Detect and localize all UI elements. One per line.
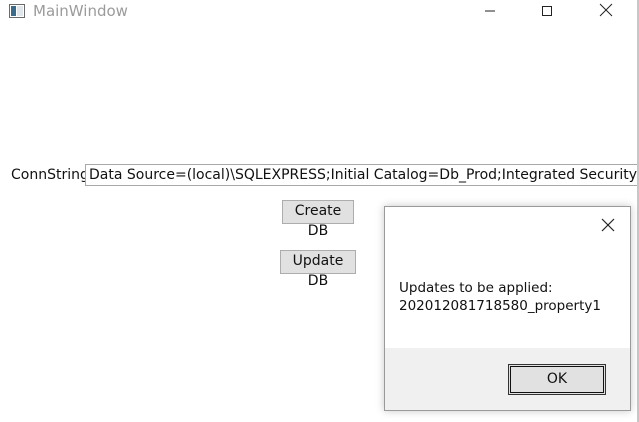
maximize-button[interactable] (524, 0, 570, 22)
message-box-dialog: Updates to be applied: 202012081718580_p… (384, 206, 631, 411)
dialog-message: Updates to be applied: 202012081718580_p… (399, 279, 601, 315)
minimize-button[interactable] (467, 0, 513, 22)
dialog-message-line1: Updates to be applied: (399, 280, 553, 296)
ok-button[interactable]: OK (508, 364, 606, 395)
close-icon (600, 218, 616, 237)
dialog-close-button[interactable] (600, 217, 616, 233)
title-bar[interactable]: MainWindow (0, 0, 637, 22)
window-title: MainWindow (33, 2, 128, 20)
dialog-message-line2: 202012081718580_property1 (399, 298, 601, 314)
update-db-button[interactable]: Update DB (280, 250, 356, 289)
close-icon (599, 2, 613, 21)
conn-string-input[interactable]: Data Source=(local)\SQLEXPRESS;Initial C… (85, 164, 637, 186)
minimize-icon (484, 2, 496, 21)
app-icon (9, 3, 25, 18)
create-db-button[interactable]: Create DB (282, 200, 354, 239)
dialog-footer: OK (385, 348, 630, 410)
maximize-icon (541, 2, 553, 21)
close-button[interactable] (583, 0, 629, 22)
conn-string-label: ConnString (11, 167, 89, 183)
